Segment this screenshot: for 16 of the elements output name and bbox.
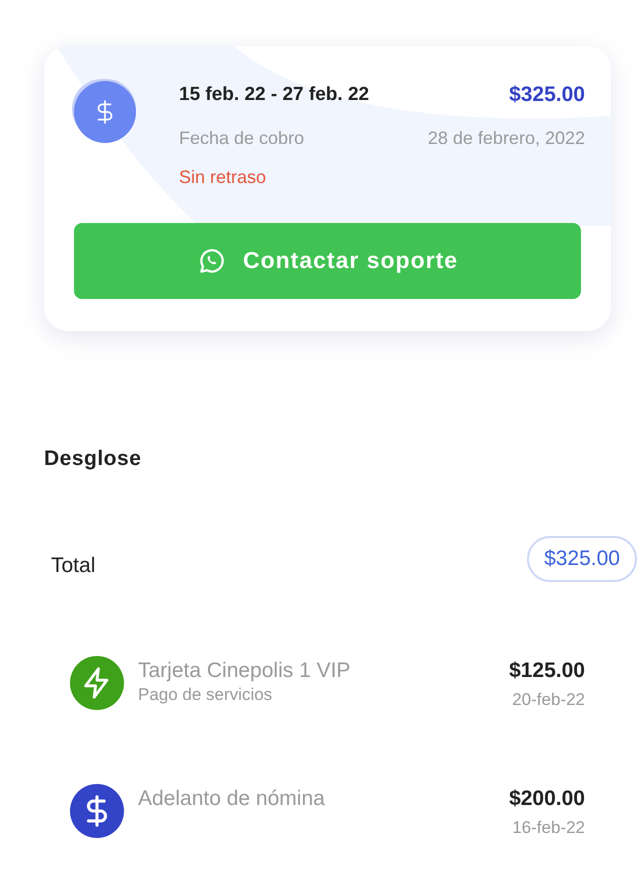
item-date: 16-feb-22 — [512, 816, 585, 838]
status-text: Sin retraso — [179, 166, 268, 188]
section-title: Desglose — [44, 446, 142, 472]
amount-text: $325.00 — [509, 82, 585, 108]
item-date: 20-feb-22 — [512, 688, 585, 710]
item-amount: $125.00 — [509, 658, 585, 684]
contact-support-button[interactable]: Contactar soporte — [74, 222, 581, 298]
charge-date: 28 de febrero, 2022 — [428, 126, 585, 150]
period-text: 15 feb. 22 - 27 feb. 22 — [179, 82, 370, 106]
item-title: Adelanto de nómina — [138, 786, 326, 812]
item-amount: $200.00 — [509, 786, 585, 812]
item-subtitle: Pago de servicios — [138, 684, 274, 706]
charge-label: Fecha de cobro — [179, 126, 304, 150]
total-label: Total — [51, 553, 96, 579]
total-amount: $325.00 — [527, 536, 637, 582]
item-title: Tarjeta Cinepolis 1 VIP — [138, 658, 352, 684]
